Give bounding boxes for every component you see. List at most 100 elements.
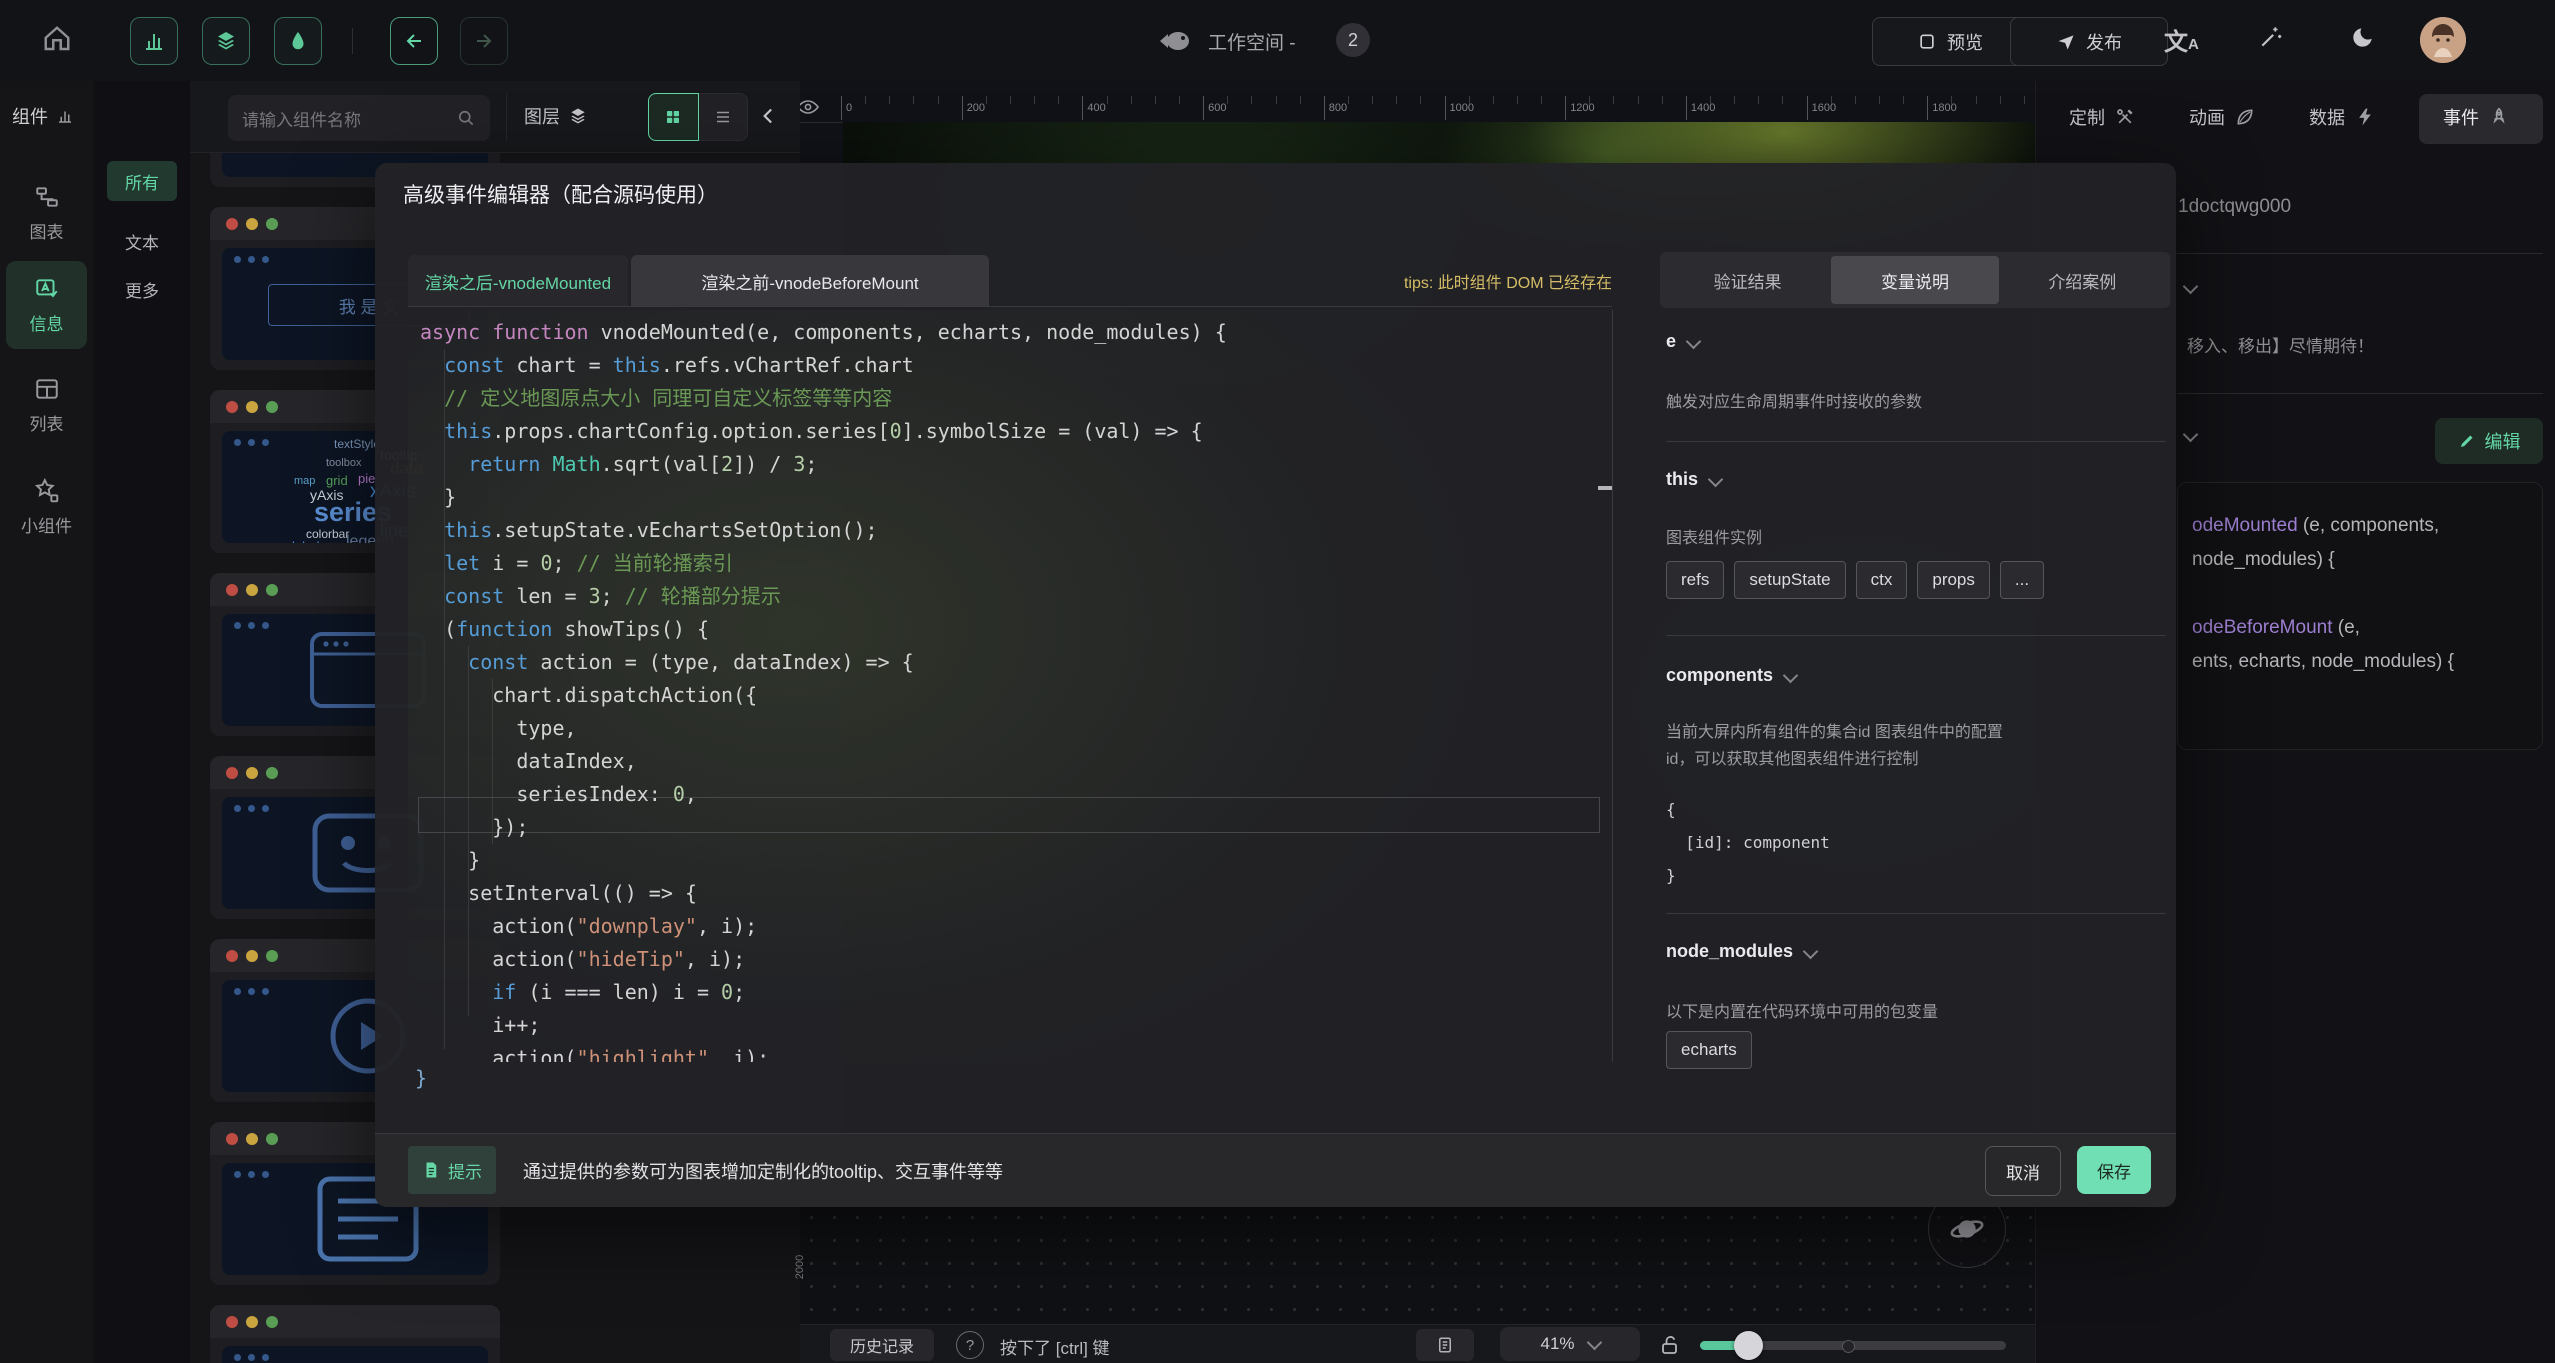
sidebar-item-info[interactable]: 信息 (6, 261, 87, 349)
edit-button[interactable]: 编辑 (2435, 418, 2543, 464)
divider (1666, 635, 2166, 636)
ruler-tick (1058, 96, 1059, 104)
ruler-tick (1300, 96, 1301, 104)
zoom-slider-thumb[interactable] (1734, 1331, 1763, 1360)
category-more[interactable]: 更多 (107, 269, 177, 309)
tab-vnode-before-mount[interactable]: 渲染之前-vnodeBeforeMount (631, 255, 989, 307)
ruler-tick (1107, 96, 1108, 104)
tab-vnode-mounted[interactable]: 渲染之后-vnodeMounted (408, 255, 628, 307)
event-code-preview[interactable]: odeMounted (e, components,node_modules) … (2177, 482, 2543, 750)
home-icon[interactable] (42, 24, 72, 54)
pencil-icon (2458, 432, 2476, 450)
undo-button[interactable] (390, 17, 438, 65)
tab-customize[interactable]: 定制 (2069, 104, 2135, 130)
view-mode-toggle (648, 93, 748, 141)
sidebar-item-widgets[interactable]: 小组件 (6, 463, 87, 551)
doc-section-e[interactable]: e (1666, 331, 1699, 352)
doc-section-components[interactable]: components (1666, 665, 1796, 686)
chip-more[interactable]: ... (2000, 561, 2044, 599)
docs-tabs: 验证结果 变量说明 介绍案例 (1660, 252, 2170, 308)
wordcloud-word: textStyle (334, 437, 380, 451)
arrow-right-icon (472, 29, 496, 53)
app-screen: 工作空间 - 2 预览 发布 文A 组件 图表 (0, 0, 2555, 1363)
ruler-tick (913, 96, 914, 104)
chevron-down-icon (1586, 1334, 1602, 1350)
ruler-label: 1800 (1932, 102, 1956, 114)
ruler-label: 1000 (1450, 102, 1474, 114)
ruler-tick (1420, 96, 1421, 104)
ruler-tick (1903, 96, 1904, 104)
doc-node-modules-chips: echarts (1666, 1031, 1762, 1069)
ruler-label: 0 (846, 102, 852, 114)
tip-tag: 提示 (408, 1146, 496, 1194)
arrow-left-icon (402, 29, 426, 53)
collapse-panel-button[interactable] (756, 101, 782, 131)
sidebar-item-charts[interactable]: 图表 (6, 169, 87, 257)
tab-event[interactable]: 事件 (2443, 104, 2509, 130)
chevron-down-icon[interactable] (2183, 279, 2199, 295)
chip-refs[interactable]: refs (1666, 561, 1724, 599)
ruler-tick (1034, 96, 1035, 104)
bottom-toolbar: 历史记录 ? 按下了 [ctrl] 键 41% (800, 1324, 2035, 1363)
chevron-down-icon[interactable] (2183, 427, 2199, 443)
search-input[interactable]: 请输入组件名称 (228, 95, 490, 141)
redo-button[interactable] (460, 17, 508, 65)
publish-button[interactable]: 发布 (2010, 17, 2168, 66)
chip-props[interactable]: props (1917, 561, 1990, 599)
cancel-button[interactable]: 取消 (1985, 1146, 2061, 1196)
tab-animation[interactable]: 动画 (2189, 104, 2255, 130)
tab-data[interactable]: 数据 (2309, 104, 2375, 130)
drop-icon (287, 30, 309, 52)
zoom-slider[interactable] (1700, 1341, 2006, 1350)
chart-tool-button[interactable] (130, 17, 178, 65)
chip-ctx[interactable]: ctx (1856, 561, 1908, 599)
guideline-button[interactable] (1416, 1329, 1474, 1361)
code-editor[interactable]: async function vnodeMounted(e, component… (408, 310, 1613, 1062)
layers-toggle[interactable]: 图层 (524, 103, 588, 129)
dark-mode-icon[interactable] (2350, 24, 2376, 50)
doc-section-node-modules[interactable]: node_modules (1666, 941, 1816, 962)
category-all[interactable]: 所有 (107, 161, 177, 201)
rocket-icon (2489, 107, 2509, 127)
zoom-select[interactable]: 41% (1500, 1327, 1640, 1361)
doc-section-this[interactable]: this (1666, 469, 1721, 490)
avatar[interactable] (2420, 17, 2466, 63)
advanced-event-editor-modal: 高级事件编辑器（配合源码使用） 渲染之后-vnodeMounted 渲染之前-v… (375, 163, 2176, 1206)
wordcloud-word: label (292, 539, 319, 543)
chip-setupstate[interactable]: setupState (1734, 561, 1845, 599)
doc-icon (422, 1161, 440, 1179)
chevron-left-icon (756, 101, 782, 131)
code-closing-brace: } (415, 1066, 427, 1090)
category-text[interactable]: 文本 (107, 221, 177, 261)
code-lines: async function vnodeMounted(e, component… (420, 316, 1227, 1062)
chip-echarts[interactable]: echarts (1666, 1031, 1752, 1069)
text-info-icon (34, 276, 60, 302)
doc-e-desc: 触发对应生命周期事件时接收的参数 (1666, 389, 1922, 416)
list-view-button[interactable] (699, 93, 749, 141)
grid-view-button[interactable] (648, 93, 699, 141)
sidebar-item-list[interactable]: 列表 (6, 361, 87, 449)
ruler-tick (865, 96, 866, 104)
history-button[interactable]: 历史记录 (830, 1329, 934, 1361)
ruler-tick (1782, 96, 1783, 104)
wordcloud-word: toolbox (326, 457, 361, 469)
ruler-tick (1227, 96, 1228, 104)
magic-wand-icon[interactable] (2258, 24, 2284, 50)
tab-validation-result[interactable]: 验证结果 (1664, 256, 1831, 304)
tab-intro-examples[interactable]: 介绍案例 (1999, 256, 2166, 304)
translate-icon[interactable]: 文A (2164, 22, 2199, 57)
ruler-tick (1613, 96, 1614, 104)
ruler-label: 1200 (1570, 102, 1594, 114)
ruler-label: 1600 (1812, 102, 1836, 114)
divider (1666, 441, 2166, 442)
help-icon[interactable]: ? (956, 1331, 984, 1359)
ruler-tick (1445, 96, 1446, 120)
preview-button[interactable]: 预览 (1872, 17, 2028, 66)
components-header: 组件 (12, 103, 74, 129)
theme-tool-button[interactable] (274, 17, 322, 65)
save-button[interactable]: 保存 (2077, 1146, 2151, 1194)
lock-icon[interactable] (1658, 1331, 1682, 1359)
layers-tool-button[interactable] (202, 17, 250, 65)
tab-variable-description[interactable]: 变量说明 (1831, 256, 1998, 304)
component-card-blank[interactable] (210, 1305, 500, 1363)
